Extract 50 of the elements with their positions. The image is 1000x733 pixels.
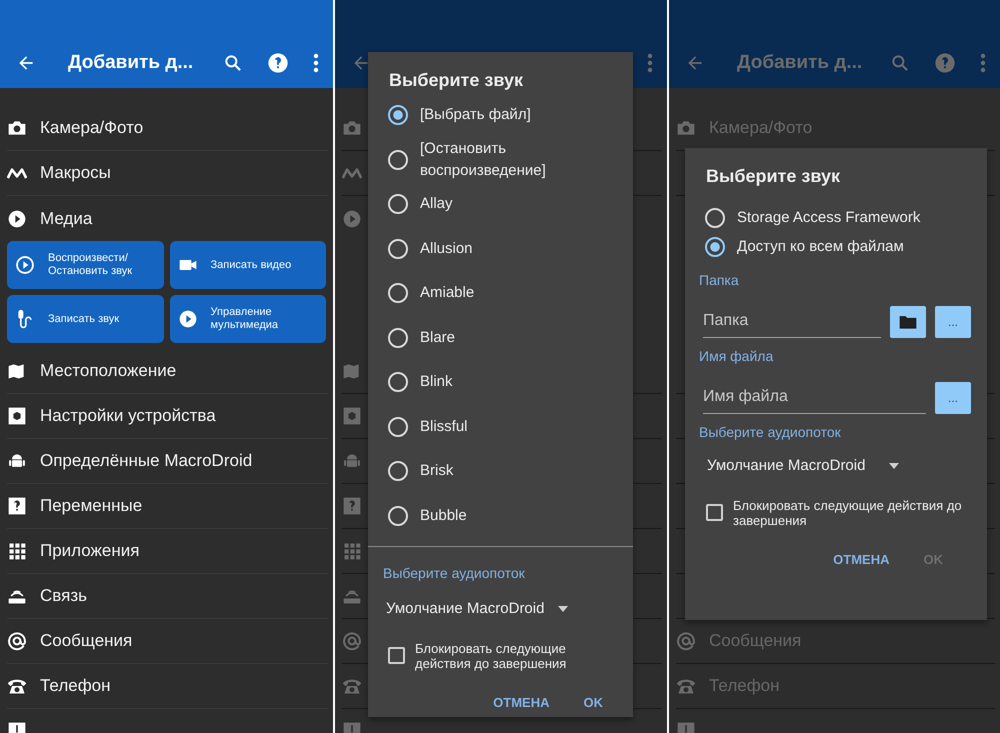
category-label[interactable]: Сообщения	[40, 628, 132, 654]
section-label: Папка	[698, 271, 740, 290]
option-label[interactable]: Storage Access Framework	[737, 206, 920, 229]
option-label[interactable]: Blissful	[420, 416, 468, 438]
option-label[interactable]: [Остановить воспроизведение]	[420, 138, 617, 182]
option-label[interactable]: Allusion	[420, 238, 473, 260]
checkbox-label: Блокировать следующие действия до завершения	[733, 498, 963, 528]
tile-label: Записать звук	[48, 312, 120, 326]
option-label[interactable]: Bubble	[420, 504, 467, 527]
dialog-title: Выберите звук	[388, 69, 524, 92]
category-label[interactable]: Телефон	[40, 673, 111, 699]
section-label: Имя файла	[698, 347, 774, 366]
screen-title: Добавить д...	[68, 50, 194, 75]
dialog-button[interactable]: OK	[582, 688, 605, 716]
checkbox-label: Блокировать следующие действия до завершения	[415, 640, 568, 670]
screen-title: Добавить д...	[737, 50, 864, 75]
category-label[interactable]: Переменные	[40, 493, 142, 519]
action-tile[interactable]: Записать звук	[7, 295, 164, 343]
category-label[interactable]: Макросы	[40, 160, 111, 186]
option-label[interactable]: Allay	[420, 193, 453, 216]
dialog-button[interactable]: ОТМЕНА	[831, 546, 892, 573]
dialog-title: Выберите звук	[705, 165, 841, 188]
section-label: Выберите аудиопоток	[382, 564, 526, 583]
category-label[interactable]: Настройки устройства	[40, 403, 216, 429]
category-label[interactable]: Местоположение	[40, 358, 176, 384]
tile-label: Записать видео	[210, 258, 292, 272]
stream-dropdown[interactable]: Умолчание MacroDroid	[707, 455, 900, 478]
category-label[interactable]: Определённые MacroDroid	[40, 448, 252, 474]
tile-label: Управление мультимедиа	[210, 306, 280, 332]
option-label[interactable]: Blare	[420, 326, 456, 349]
action-tile[interactable]: Воспроизвести/ Остановить звук	[7, 241, 164, 289]
dialog-button[interactable]: ОТМЕНА	[491, 688, 552, 716]
browse-button[interactable]: ...	[935, 382, 971, 414]
option-label[interactable]: [Выбрать файл]	[420, 104, 531, 126]
category-label[interactable]: Медиа	[40, 206, 92, 232]
option-label[interactable]: Amiable	[420, 282, 474, 304]
option-label[interactable]: Blink	[420, 371, 453, 394]
section-label: Выберите аудиопоток	[698, 423, 842, 442]
text-field[interactable]: Имя файла	[703, 381, 926, 414]
browse-button[interactable]: ...	[935, 306, 971, 338]
action-tile[interactable]: Записать видео	[170, 241, 326, 289]
option-label[interactable]: Brisk	[420, 460, 454, 482]
text-field[interactable]: Папка	[703, 305, 881, 338]
category-label[interactable]: Связь	[40, 583, 87, 609]
option-label[interactable]: Доступ ко всем файлам	[737, 236, 904, 258]
category-label[interactable]: Приложения	[40, 538, 140, 564]
action-tile[interactable]: Управление мультимедиа	[170, 295, 326, 343]
stream-dropdown[interactable]: Умолчание MacroDroid	[386, 598, 568, 620]
category-label[interactable]: Камера/Фото	[40, 115, 144, 141]
tile-label: Воспроизвести/ Остановить звук	[48, 252, 134, 278]
